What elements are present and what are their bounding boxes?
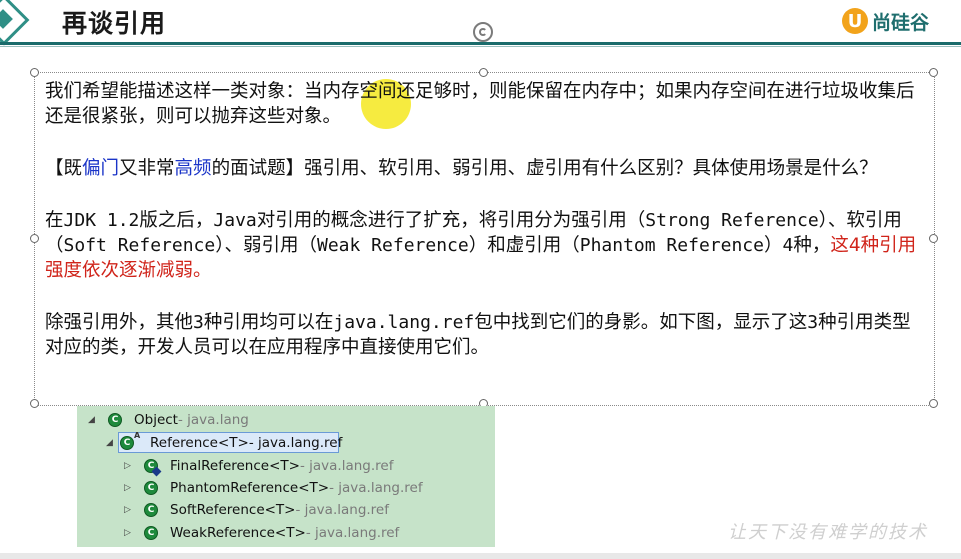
class-icon: C bbox=[144, 503, 158, 517]
question-mid: 又非常 bbox=[119, 158, 175, 179]
resize-handle-middle-right[interactable] bbox=[929, 234, 938, 243]
text-span: 包中找到它们的身影。如下图，显示了这 bbox=[474, 312, 808, 333]
collapsed-arrow-icon[interactable]: ▷ bbox=[124, 505, 134, 515]
paragraph-intro: 我们希望能描述这样一类对象：当内存空间还足够时，则能保留在内存中；如果内存空间在… bbox=[45, 81, 915, 127]
class-name: WeakReference<T> bbox=[170, 525, 306, 541]
class-icon: C bbox=[144, 526, 158, 540]
text-span: 种， bbox=[793, 235, 831, 256]
slide-body-text[interactable]: 我们希望能描述这样一类对象：当内存空间还足够时，则能保留在内存中；如果内存空间在… bbox=[45, 79, 925, 387]
question-prefix: 【既 bbox=[45, 158, 83, 179]
count-four: 4 bbox=[782, 235, 794, 256]
expanded-arrow-icon[interactable]: ◢ bbox=[106, 438, 116, 448]
package-label: - java.lang.ref bbox=[295, 502, 390, 518]
collapsed-arrow-icon[interactable]: ▷ bbox=[124, 483, 134, 493]
strong-reference-term: Strong Reference bbox=[645, 210, 819, 231]
resize-handle-bottom-left[interactable] bbox=[30, 399, 39, 408]
tree-row-phantomreference[interactable]: ▷ C PhantomReference<T> - java.lang.ref bbox=[124, 477, 423, 499]
class-name: Reference<T> bbox=[150, 435, 249, 451]
text-span: 在 bbox=[45, 210, 64, 231]
resize-handle-top-left[interactable] bbox=[30, 68, 39, 77]
collapsed-arrow-icon[interactable]: ▷ bbox=[124, 461, 134, 471]
class-icon-letter: C bbox=[147, 528, 155, 538]
brand-logo: U 尚硅谷 bbox=[842, 6, 929, 36]
class-name: FinalReference<T> bbox=[170, 458, 300, 474]
paragraph-history: 在JDK 1.2版之后，Java对引用的概念进行了扩充，将引用分为强引用（Str… bbox=[45, 208, 925, 283]
text-span: ）、弱引用（ bbox=[215, 235, 317, 256]
package-label: - java.lang.ref bbox=[248, 435, 343, 451]
brand-name: 尚硅谷 bbox=[872, 11, 930, 34]
header-divider bbox=[0, 42, 961, 45]
package-name: java.lang.ref bbox=[333, 312, 475, 333]
highlight-frequent: 高频 bbox=[174, 158, 212, 179]
paragraph-question: 【既偏门又非常高频的面试题】强引用、软引用、弱引用、虚引用有什么区别？具体使用场… bbox=[45, 156, 925, 181]
text-span: ） bbox=[763, 235, 783, 256]
text-span: 版之后， bbox=[139, 210, 214, 231]
class-name: SoftReference<T> bbox=[170, 502, 296, 518]
text-span: 除强引用外，其他 bbox=[45, 312, 194, 333]
highlight-obscure: 偏门 bbox=[82, 158, 120, 179]
package-label: - java.lang.ref bbox=[329, 480, 423, 496]
weak-reference-term: Weak Reference bbox=[317, 235, 469, 256]
class-icon-letter: C bbox=[147, 483, 155, 493]
class-icon-letter: C bbox=[123, 438, 131, 448]
final-marker-icon bbox=[151, 466, 162, 477]
resize-handle-top-right[interactable] bbox=[929, 68, 938, 77]
tree-row-reference[interactable]: ◢ CA Reference<T> - java.lang.ref bbox=[106, 431, 343, 454]
phantom-reference-term: Phantom Reference bbox=[579, 235, 764, 256]
class-icon-letter: C bbox=[111, 415, 119, 425]
brand-u-icon: U bbox=[842, 8, 868, 34]
class-icon: C bbox=[108, 413, 122, 427]
paragraph-package: 除强引用外，其他3种引用均可以在java.lang.ref包中找到它们的身影。如… bbox=[45, 310, 925, 360]
package-label: - java.lang.ref bbox=[299, 458, 394, 474]
header-divider-thin bbox=[0, 46, 961, 47]
java-term: Java bbox=[213, 210, 257, 231]
resize-handle-bottom-right[interactable] bbox=[929, 399, 938, 408]
abstract-marker: A bbox=[134, 431, 141, 440]
class-icon: C bbox=[144, 481, 158, 495]
tree-row-softreference[interactable]: ▷ C SoftReference<T> - java.lang.ref bbox=[124, 499, 389, 521]
resize-handle-middle-left[interactable] bbox=[30, 234, 39, 243]
rotate-handle-icon[interactable] bbox=[473, 22, 493, 42]
class-name: Object bbox=[134, 412, 178, 428]
count-three: 3 bbox=[807, 312, 819, 333]
tree-row-weakreference[interactable]: ▷ C WeakReference<T> - java.lang.ref bbox=[124, 522, 399, 544]
package-label: - java.lang.ref bbox=[305, 525, 400, 541]
question-rest: 的面试题】强引用、软引用、弱引用、虚引用有什么区别？具体使用场景是什么？ bbox=[211, 158, 878, 179]
tree-row-finalreference[interactable]: ▷ C FinalReference<T> - java.lang.ref bbox=[124, 455, 393, 477]
text-span: 对引用的概念进行了扩充，将引用分为强引用（ bbox=[256, 210, 646, 231]
expanded-arrow-icon[interactable]: ◢ bbox=[88, 415, 98, 425]
class-name: PhantomReference<T> bbox=[170, 480, 330, 496]
final-class-icon: C bbox=[144, 459, 162, 477]
soft-reference-term: Soft Reference bbox=[63, 235, 216, 256]
class-icon-letter: C bbox=[147, 505, 155, 515]
text-span: ）和虚引用（ bbox=[468, 235, 580, 256]
collapsed-arrow-icon[interactable]: ▷ bbox=[124, 528, 134, 538]
watermark-slogan: 让天下没有难学的技术 bbox=[728, 522, 928, 543]
tree-row-object[interactable]: ◢ C Object - java.lang bbox=[88, 409, 249, 431]
slide-title: 再谈引用 bbox=[62, 9, 167, 38]
abstract-class-icon: CA bbox=[120, 431, 140, 450]
bottom-edge-bar bbox=[0, 553, 961, 559]
text-span: 种引用均可以在 bbox=[203, 312, 334, 333]
count-three: 3 bbox=[193, 312, 204, 333]
package-label: - java.lang bbox=[177, 412, 249, 428]
jdk-version: JDK 1.2 bbox=[63, 210, 140, 231]
resize-handle-top-center[interactable] bbox=[479, 68, 488, 77]
